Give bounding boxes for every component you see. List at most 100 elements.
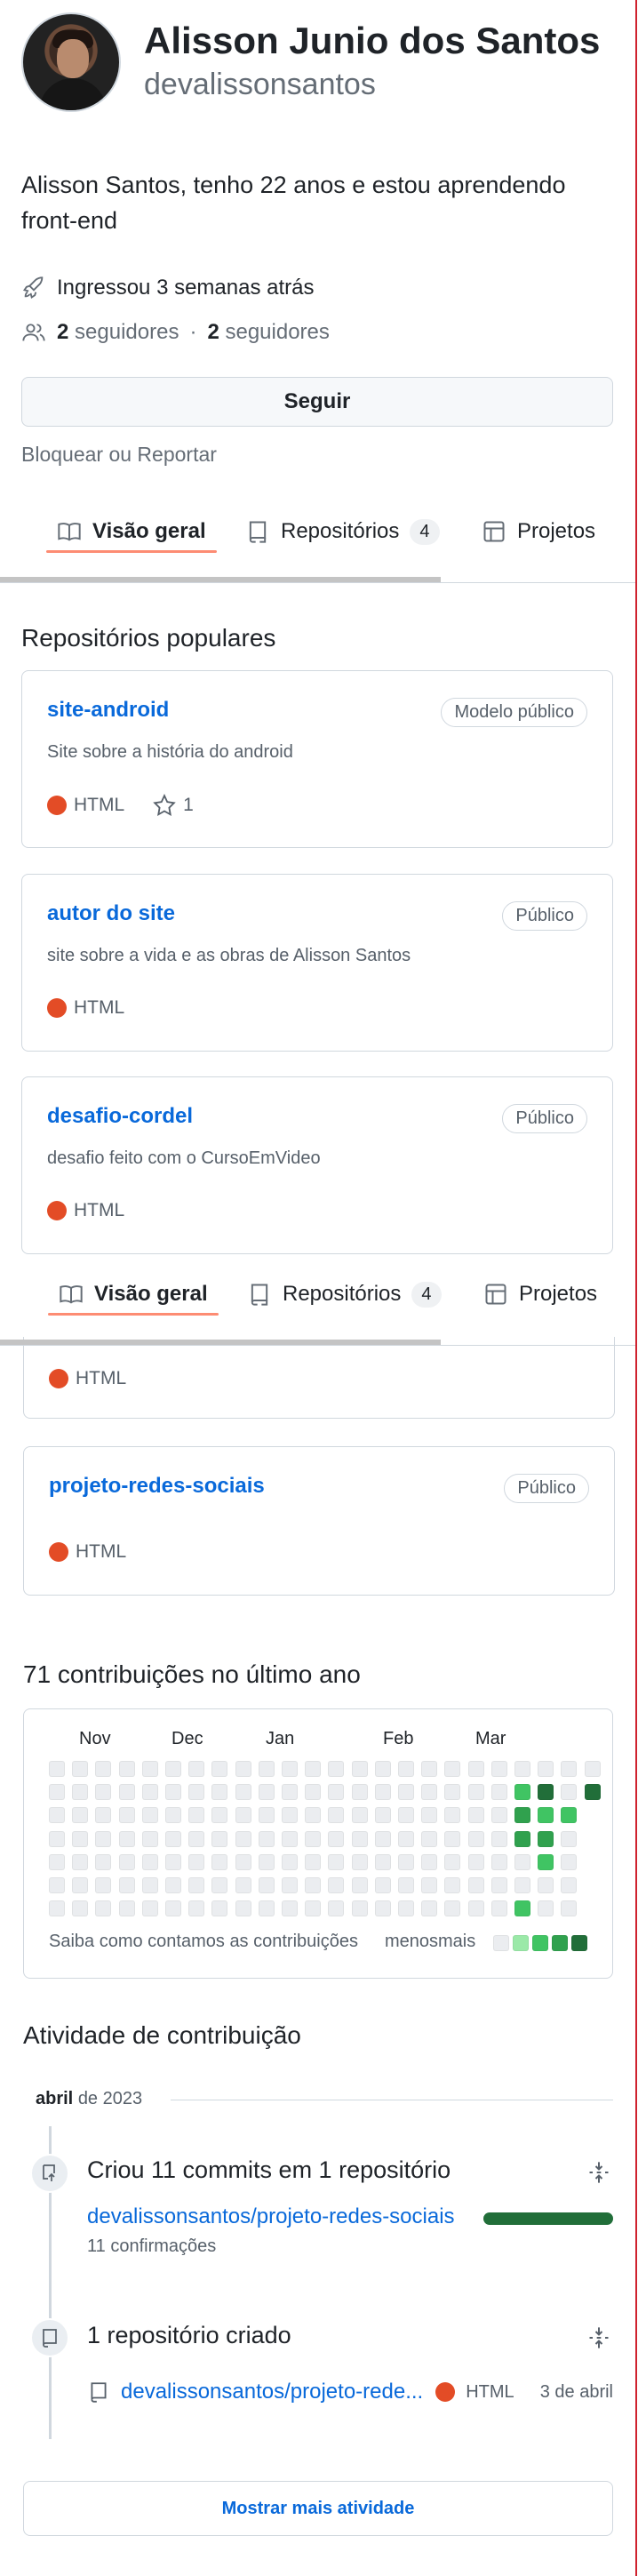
contribution-day[interactable] xyxy=(351,1877,368,1893)
repo-link[interactable]: desafio-cordel xyxy=(47,1104,193,1129)
contribution-day[interactable] xyxy=(258,1830,275,1847)
contribution-day[interactable] xyxy=(514,1830,530,1847)
contribution-day[interactable] xyxy=(328,1761,345,1777)
contribution-day[interactable] xyxy=(467,1784,484,1801)
contribution-day[interactable] xyxy=(282,1830,298,1847)
contribution-day[interactable] xyxy=(211,1900,228,1917)
contribution-day[interactable] xyxy=(514,1853,530,1870)
contribution-day[interactable] xyxy=(328,1807,345,1824)
contribution-day[interactable] xyxy=(49,1900,65,1917)
contribution-day[interactable] xyxy=(188,1853,205,1870)
commit-repo-link[interactable]: devalissonsantos/projeto-redes-sociais xyxy=(87,2204,455,2229)
contribution-day[interactable] xyxy=(282,1784,298,1801)
contribution-day[interactable] xyxy=(444,1830,461,1847)
contribution-day[interactable] xyxy=(258,1784,275,1801)
contribution-day[interactable] xyxy=(398,1830,414,1847)
contribution-day[interactable] xyxy=(141,1853,158,1870)
contribution-day[interactable] xyxy=(514,1784,530,1801)
contribution-day[interactable] xyxy=(351,1853,368,1870)
contribution-day[interactable] xyxy=(561,1761,578,1777)
contribution-day[interactable] xyxy=(188,1877,205,1893)
contribution-day[interactable] xyxy=(72,1784,89,1801)
contribution-day[interactable] xyxy=(235,1807,251,1824)
contribution-day[interactable] xyxy=(211,1761,228,1777)
tab-projects[interactable]: Projetos xyxy=(482,494,595,569)
contribution-day[interactable] xyxy=(49,1830,65,1847)
contribution-day[interactable] xyxy=(374,1877,391,1893)
contribution-day[interactable] xyxy=(305,1761,322,1777)
contribution-day[interactable] xyxy=(165,1900,181,1917)
contribution-day[interactable] xyxy=(398,1853,414,1870)
tab-overview[interactable]: Visão geral xyxy=(48,1257,219,1332)
created-repo-link[interactable]: devalissonsantos/projeto-rede... xyxy=(121,2380,423,2404)
contribution-day[interactable] xyxy=(538,1807,554,1824)
contribution-day[interactable] xyxy=(49,1877,65,1893)
contribution-day[interactable] xyxy=(328,1877,345,1893)
contribution-day[interactable] xyxy=(374,1761,391,1777)
contribution-day[interactable] xyxy=(421,1784,438,1801)
contribution-day[interactable] xyxy=(165,1807,181,1824)
contribution-day[interactable] xyxy=(235,1900,251,1917)
contribution-day[interactable] xyxy=(72,1853,89,1870)
contribution-day[interactable] xyxy=(282,1900,298,1917)
contribution-day[interactable] xyxy=(95,1853,112,1870)
contribution-day[interactable] xyxy=(235,1761,251,1777)
contribution-day[interactable] xyxy=(49,1853,65,1870)
contribution-day[interactable] xyxy=(95,1784,112,1801)
contribution-day[interactable] xyxy=(118,1761,135,1777)
contribution-day[interactable] xyxy=(538,1761,554,1777)
tab-overview[interactable]: Visão geral xyxy=(46,494,217,569)
contribution-day[interactable] xyxy=(72,1877,89,1893)
contribution-day[interactable] xyxy=(421,1877,438,1893)
contribution-day[interactable] xyxy=(118,1807,135,1824)
contribution-day[interactable] xyxy=(282,1807,298,1824)
contribution-day[interactable] xyxy=(72,1761,89,1777)
contribution-day[interactable] xyxy=(118,1784,135,1801)
contribution-day[interactable] xyxy=(351,1784,368,1801)
contribution-day[interactable] xyxy=(561,1877,578,1893)
contribution-day[interactable] xyxy=(490,1807,507,1824)
contribution-day[interactable] xyxy=(141,1807,158,1824)
contribution-day[interactable] xyxy=(351,1761,368,1777)
tab-repositories[interactable]: Repositórios 4 xyxy=(245,494,440,569)
contribution-day[interactable] xyxy=(421,1900,438,1917)
contribution-day[interactable] xyxy=(141,1900,158,1917)
contribution-day[interactable] xyxy=(444,1900,461,1917)
follow-button[interactable]: Seguir xyxy=(21,377,613,427)
contribution-day[interactable] xyxy=(282,1853,298,1870)
contribution-day[interactable] xyxy=(351,1807,368,1824)
contribution-day[interactable] xyxy=(398,1900,414,1917)
contribution-day[interactable] xyxy=(72,1900,89,1917)
contribution-day[interactable] xyxy=(258,1877,275,1893)
contribution-day[interactable] xyxy=(374,1807,391,1824)
contribution-day[interactable] xyxy=(211,1830,228,1847)
contribution-day[interactable] xyxy=(490,1853,507,1870)
fold-button[interactable] xyxy=(586,2160,611,2189)
contribution-day[interactable] xyxy=(235,1830,251,1847)
contribution-day[interactable] xyxy=(398,1761,414,1777)
contribution-day[interactable] xyxy=(490,1761,507,1777)
contribution-day[interactable] xyxy=(188,1784,205,1801)
contribution-day[interactable] xyxy=(538,1877,554,1893)
contribution-day[interactable] xyxy=(584,1784,601,1801)
tab-repositories[interactable]: Repositórios 4 xyxy=(247,1257,442,1332)
contribution-day[interactable] xyxy=(490,1784,507,1801)
contribution-day[interactable] xyxy=(305,1830,322,1847)
tab-projects[interactable]: Projetos xyxy=(483,1257,597,1332)
contribution-day[interactable] xyxy=(444,1877,461,1893)
contribution-day[interactable] xyxy=(305,1877,322,1893)
contribution-day[interactable] xyxy=(282,1761,298,1777)
contribution-day[interactable] xyxy=(421,1853,438,1870)
fold-button[interactable] xyxy=(586,2325,611,2355)
repo-link[interactable]: autor do site xyxy=(47,901,175,926)
contribution-day[interactable] xyxy=(165,1853,181,1870)
contribution-day[interactable] xyxy=(165,1877,181,1893)
show-more-activity-button[interactable]: Mostrar mais atividade xyxy=(23,2481,613,2536)
contribution-day[interactable] xyxy=(72,1830,89,1847)
contribution-day[interactable] xyxy=(141,1761,158,1777)
contribution-day[interactable] xyxy=(118,1830,135,1847)
contribution-day[interactable] xyxy=(258,1807,275,1824)
contribution-day[interactable] xyxy=(49,1784,65,1801)
contribution-day[interactable] xyxy=(374,1900,391,1917)
contribution-day[interactable] xyxy=(561,1830,578,1847)
